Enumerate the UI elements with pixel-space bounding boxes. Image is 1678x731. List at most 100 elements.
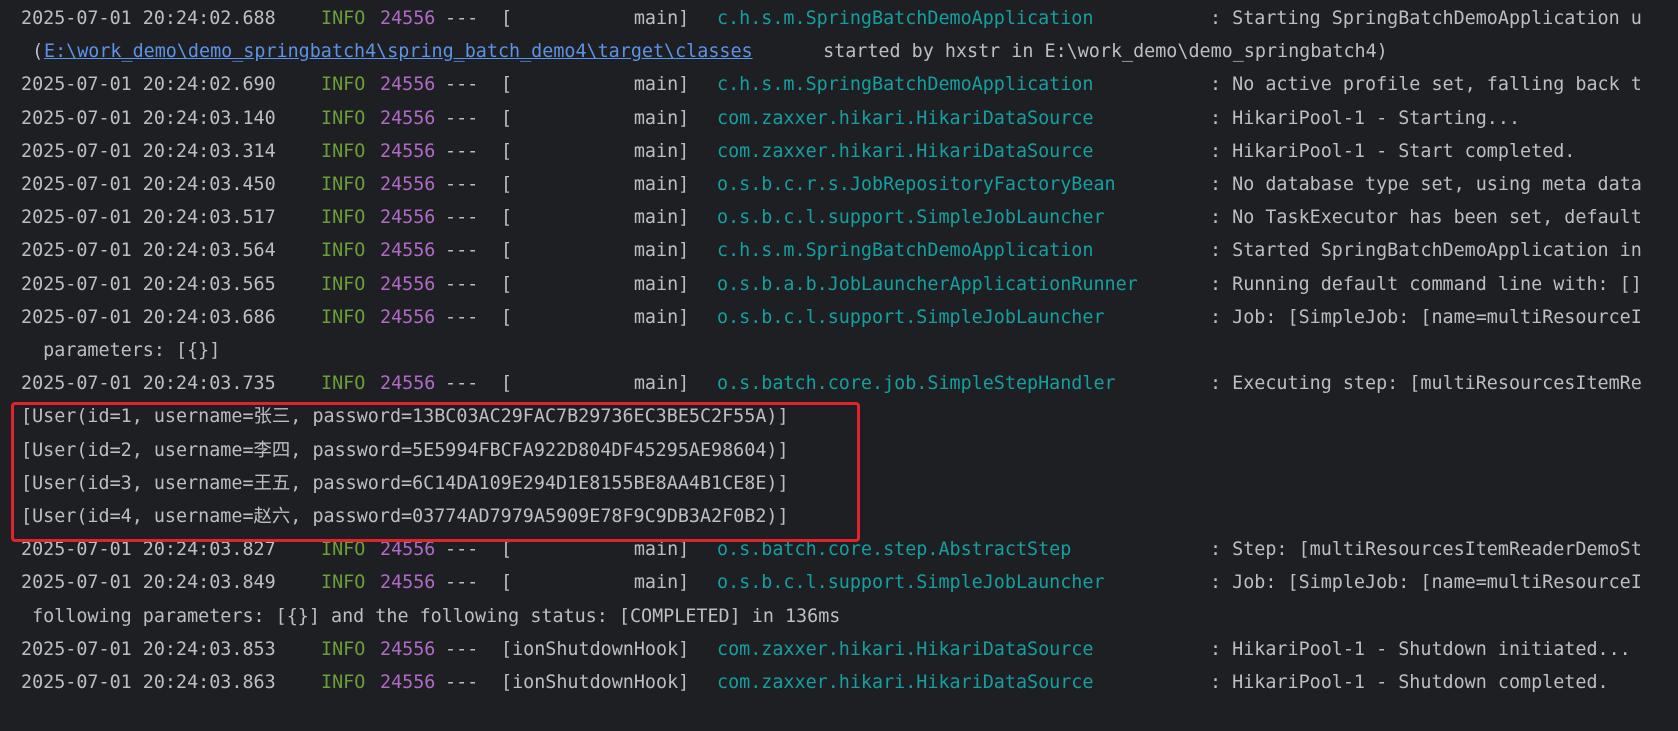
- log-separator: ---: [445, 638, 479, 660]
- log-timestamp: 2025-07-01 20:24:03.564: [21, 240, 276, 262]
- log-pid: 24556: [380, 207, 436, 229]
- log-logger-link[interactable]: o.s.b.a.b.JobLauncherApplicationRunner: [717, 268, 1138, 301]
- log-level: INFO: [321, 273, 366, 295]
- log-message: : Executing step: [multiResourcesItemRe: [1210, 373, 1642, 395]
- log-separator: ---: [445, 273, 479, 295]
- log-line: 2025-07-01 20:24:03.686 INFO 24556 --- [ mai…: [0, 301, 1678, 334]
- log-thread: [ main]: [501, 207, 690, 229]
- log-level: INFO: [321, 373, 366, 395]
- log-timestamp: 2025-07-01 20:24:03.735: [21, 373, 276, 395]
- log-timestamp: 2025-07-01 20:24:03.686: [21, 306, 276, 328]
- log-thread: [ main]: [501, 107, 690, 129]
- console-output[interactable]: 2025-07-01 20:24:02.688 INFO 24556 --- [ mai…: [0, 0, 1678, 731]
- log-separator: ---: [445, 672, 479, 693]
- log-logger-link[interactable]: c.h.s.m.SpringBatchDemoApplication: [717, 2, 1093, 35]
- log-message: : No TaskExecutor has been set, default: [1210, 207, 1642, 229]
- log-pid: 24556: [380, 8, 436, 29]
- log-logger-link[interactable]: com.zaxxer.hikari.HikariDataSource: [717, 666, 1093, 699]
- log-thread: [ main]: [501, 240, 690, 262]
- classpath-link[interactable]: E:\work_demo\demo_springbatch4\spring_ba…: [44, 35, 753, 68]
- log-line: 2025-07-01 20:24:03.140 INFO 24556 --- [ mai…: [0, 102, 1678, 135]
- log-logger-link[interactable]: o.s.b.c.l.support.SimpleJobLauncher: [717, 201, 1105, 234]
- console-text: following parameters: [{}] and the follo…: [21, 605, 841, 627]
- log-thread: [ionShutdownHook]: [501, 672, 690, 693]
- log-pid: 24556: [380, 74, 436, 96]
- log-continuation-prefix: (: [21, 41, 44, 63]
- log-timestamp: 2025-07-01 20:24:03.517: [21, 207, 276, 229]
- log-level: INFO: [321, 207, 366, 229]
- log-separator: ---: [445, 140, 479, 162]
- log-message: : HikariPool-1 - Start completed.: [1210, 140, 1576, 162]
- log-line: 2025-07-01 20:24:03.450 INFO 24556 --- [ mai…: [0, 168, 1678, 201]
- log-thread: [ionShutdownHook]: [501, 638, 690, 660]
- log-logger-link[interactable]: o.s.b.c.l.support.SimpleJobLauncher: [717, 301, 1105, 334]
- log-message: : HikariPool-1 - Shutdown initiated...: [1210, 638, 1631, 660]
- log-line: 2025-07-01 20:24:03.517 INFO 24556 --- [ mai…: [0, 201, 1678, 234]
- log-line: 2025-07-01 20:24:03.565 INFO 24556 --- [ mai…: [0, 268, 1678, 301]
- log-pid: 24556: [380, 174, 436, 195]
- log-pid: 24556: [380, 638, 436, 660]
- log-line: 2025-07-01 20:24:02.688 INFO 24556 --- [ mai…: [0, 2, 1678, 35]
- log-thread: [ main]: [501, 174, 690, 195]
- log-pid: 24556: [380, 306, 436, 328]
- log-level: INFO: [321, 140, 366, 162]
- log-message: : Started SpringBatchDemoApplication in: [1210, 240, 1642, 262]
- log-thread: [ main]: [501, 140, 690, 162]
- log-level: INFO: [321, 306, 366, 328]
- log-separator: ---: [445, 174, 479, 195]
- log-level: INFO: [321, 240, 366, 262]
- log-timestamp: 2025-07-01 20:24:03.863: [21, 672, 276, 693]
- log-thread: [ main]: [501, 373, 690, 395]
- log-pid: 24556: [380, 672, 436, 693]
- log-thread: [ main]: [501, 273, 690, 295]
- log-message: : No database type set, using meta data: [1210, 174, 1642, 195]
- log-timestamp: 2025-07-01 20:24:03.849: [21, 572, 276, 594]
- log-message: : Running default command line with: []: [1210, 273, 1642, 295]
- log-message: : Starting SpringBatchDemoApplication u: [1210, 8, 1642, 29]
- log-timestamp: 2025-07-01 20:24:03.853: [21, 638, 276, 660]
- log-level: INFO: [321, 8, 366, 29]
- log-separator: ---: [445, 207, 479, 229]
- log-line: 2025-07-01 20:24:02.690 INFO 24556 --- [ mai…: [0, 68, 1678, 101]
- log-pid: 24556: [380, 240, 436, 262]
- log-line: 2025-07-01 20:24:03.564 INFO 24556 --- [ mai…: [0, 234, 1678, 267]
- log-logger-link[interactable]: o.s.b.c.r.s.JobRepositoryFactoryBean: [717, 168, 1116, 201]
- log-level: INFO: [321, 572, 366, 594]
- log-message: : No active profile set, falling back t: [1210, 74, 1642, 96]
- log-separator: ---: [445, 240, 479, 262]
- log-logger-link[interactable]: com.zaxxer.hikari.HikariDataSource: [717, 135, 1093, 168]
- log-logger-link[interactable]: o.s.b.c.l.support.SimpleJobLauncher: [717, 566, 1105, 599]
- log-pid: 24556: [380, 373, 436, 395]
- log-timestamp: 2025-07-01 20:24:03.565: [21, 273, 276, 295]
- log-continuation-line: (E:\work_demo\demo_springbatch4\spring_b…: [0, 35, 1678, 68]
- log-separator: ---: [445, 572, 479, 594]
- log-timestamp: 2025-07-01 20:24:02.690: [21, 74, 276, 96]
- log-line: 2025-07-01 20:24:03.853 INFO 24556 --- [ionS…: [0, 633, 1678, 666]
- log-timestamp: 2025-07-01 20:24:03.314: [21, 140, 276, 162]
- log-message: : Job: [SimpleJob: [name=multiResourceI: [1210, 306, 1642, 328]
- log-separator: ---: [445, 107, 479, 129]
- log-message: : HikariPool-1 - Shutdown completed.: [1210, 672, 1609, 693]
- log-level: INFO: [321, 672, 366, 693]
- log-timestamp: 2025-07-01 20:24:03.450: [21, 174, 276, 195]
- log-pid: 24556: [380, 273, 436, 295]
- log-message: : HikariPool-1 - Starting...: [1210, 107, 1521, 129]
- log-logger-link[interactable]: com.zaxxer.hikari.HikariDataSource: [717, 102, 1093, 135]
- log-line: 2025-07-01 20:24:03.849 INFO 24556 --- [ mai…: [0, 566, 1678, 599]
- highlight-annotation-box: [11, 402, 860, 542]
- log-separator: ---: [445, 74, 479, 96]
- log-separator: ---: [445, 8, 479, 29]
- log-continuation-text: started by hxstr in E:\work_demo\demo_sp…: [812, 41, 1388, 63]
- log-pid: 24556: [380, 572, 436, 594]
- log-logger-link[interactable]: com.zaxxer.hikari.HikariDataSource: [717, 633, 1093, 666]
- log-thread: [ main]: [501, 572, 690, 594]
- log-level: INFO: [321, 638, 366, 660]
- log-thread: [ main]: [501, 306, 690, 328]
- log-pid: 24556: [380, 107, 436, 129]
- log-level: INFO: [321, 174, 366, 195]
- log-logger-link[interactable]: c.h.s.m.SpringBatchDemoApplication: [717, 68, 1093, 101]
- log-logger-link[interactable]: c.h.s.m.SpringBatchDemoApplication: [717, 234, 1093, 267]
- log-logger-link[interactable]: o.s.batch.core.job.SimpleStepHandler: [717, 367, 1116, 400]
- log-message: : Job: [SimpleJob: [name=multiResourceI: [1210, 572, 1642, 594]
- log-thread: [ main]: [501, 74, 690, 96]
